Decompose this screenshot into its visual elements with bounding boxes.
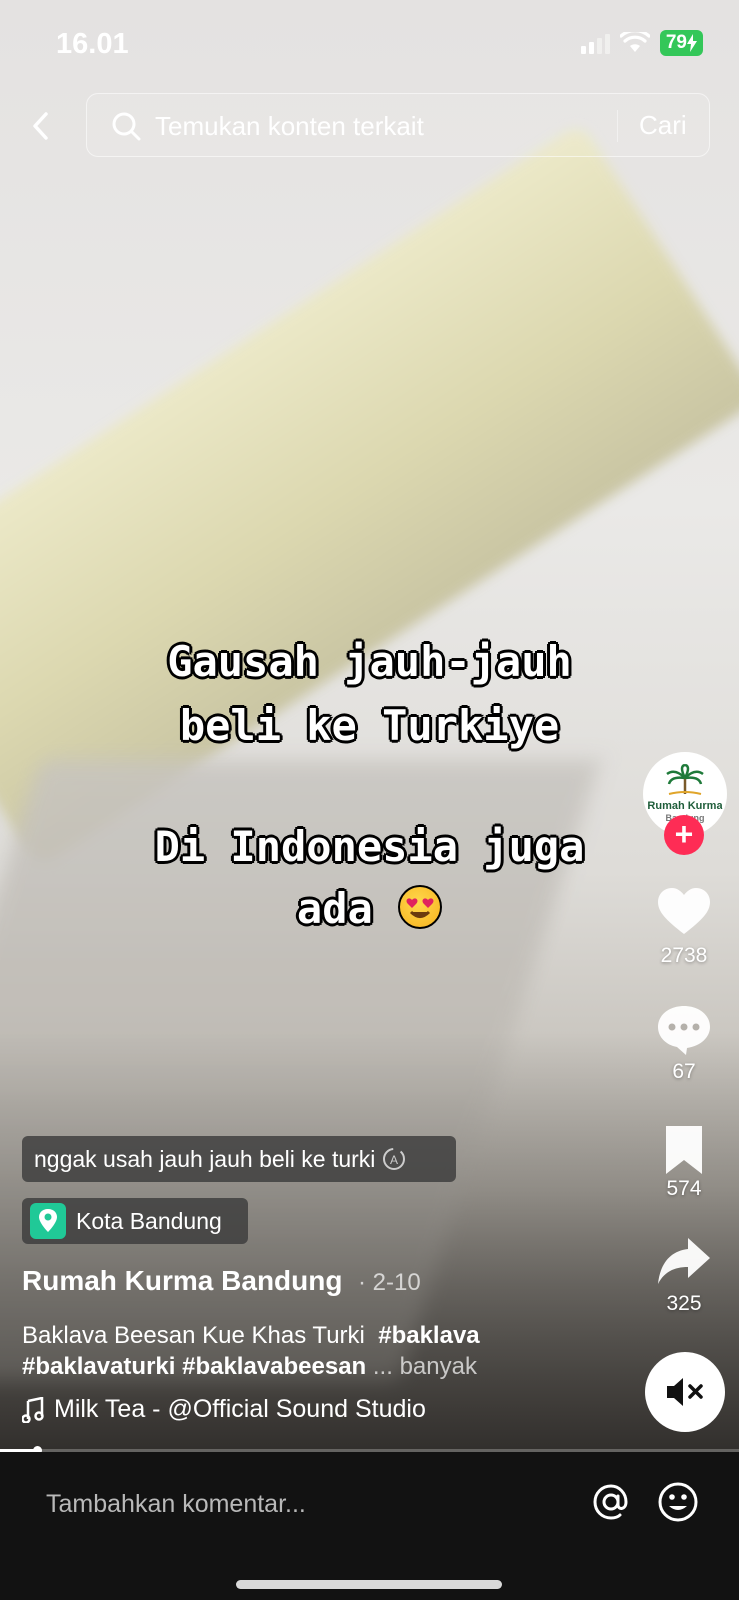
svg-text:A: A (390, 1153, 398, 1167)
like-count: 2738 (660, 944, 708, 967)
palm-logo-icon (666, 764, 704, 795)
emoji-smile-icon[interactable] (657, 1481, 699, 1523)
music-note-icon (22, 1396, 44, 1423)
status-icons: 79 (580, 30, 703, 56)
translate-icon: A (383, 1148, 406, 1170)
status-time: 16.01 (56, 28, 129, 60)
battery-percent: 79 (665, 32, 687, 53)
overlay-caption-line-4-wrap: ada (0, 880, 739, 938)
home-indicator (236, 1580, 502, 1589)
charging-bolt-icon (687, 34, 697, 52)
search-bar[interactable]: Temukan konten terkait Cari (86, 93, 710, 157)
music-track[interactable]: Milk Tea - @Official Sound Studio (22, 1395, 426, 1424)
music-title: Milk Tea - @Official Sound Studio (54, 1395, 426, 1423)
share-count: 325 (666, 1292, 702, 1315)
caption-text: Baklava Beesan Kue Khas Turki (22, 1322, 365, 1349)
author-name[interactable]: Rumah Kurma Bandung (22, 1265, 342, 1297)
video-object-bar (0, 122, 739, 868)
comment-bar: Tambahkan komentar... (0, 1452, 739, 1600)
back-chevron-icon[interactable] (26, 106, 56, 146)
search-input[interactable]: Temukan konten terkait (155, 111, 424, 142)
wifi-icon (619, 32, 650, 52)
overlay-caption-line-4: ada (296, 884, 373, 933)
translation-text: nggak usah jauh jauh beli ke turki (34, 1145, 376, 1172)
bookmark-icon[interactable] (656, 1124, 712, 1176)
location-chip[interactable]: Kota Bandung (22, 1198, 248, 1244)
signal-icon (580, 32, 610, 54)
overlay-caption-line-3: Di Indonesia juga (154, 822, 585, 871)
comment-input[interactable]: Tambahkan komentar... (46, 1490, 306, 1519)
follow-button[interactable]: + (664, 815, 704, 855)
overlay-caption-line-1: Gausah jauh-jauh (167, 637, 572, 686)
speaker-muted-icon (667, 1378, 703, 1406)
mute-toggle-button[interactable] (645, 1352, 725, 1432)
heart-eyes-emoji-icon (398, 885, 443, 929)
battery-indicator: 79 (659, 30, 703, 56)
location-name: Kota Bandung (76, 1207, 222, 1234)
post-description[interactable]: Baklava Beesan Kue Khas Turki #baklava #… (22, 1320, 622, 1382)
search-icon (112, 112, 141, 141)
comment-count: 67 (672, 1060, 696, 1083)
save-count: 574 (666, 1177, 702, 1200)
hashtag[interactable]: #baklavaturki (22, 1353, 175, 1380)
avatar-brand-name: Rumah Kurma (647, 800, 723, 812)
comment-bubble-icon[interactable] (656, 1004, 712, 1056)
location-pin-icon (30, 1203, 66, 1239)
hashtag[interactable]: #baklava (378, 1322, 479, 1349)
see-more-link[interactable]: ... banyak (373, 1353, 477, 1380)
mention-at-icon[interactable] (591, 1482, 631, 1522)
hashtag[interactable]: #baklavabeesan (182, 1353, 366, 1380)
like-heart-icon[interactable] (656, 886, 712, 938)
translation-chip[interactable]: nggak usah jauh jauh beli ke turki A (22, 1136, 456, 1182)
overlay-caption-line-2: beli ke Turkiye (179, 701, 560, 750)
search-submit-button[interactable]: Cari (639, 110, 687, 141)
share-arrow-icon[interactable] (656, 1236, 712, 1288)
post-date: · 2-10 (358, 1269, 421, 1296)
search-divider (617, 110, 618, 142)
